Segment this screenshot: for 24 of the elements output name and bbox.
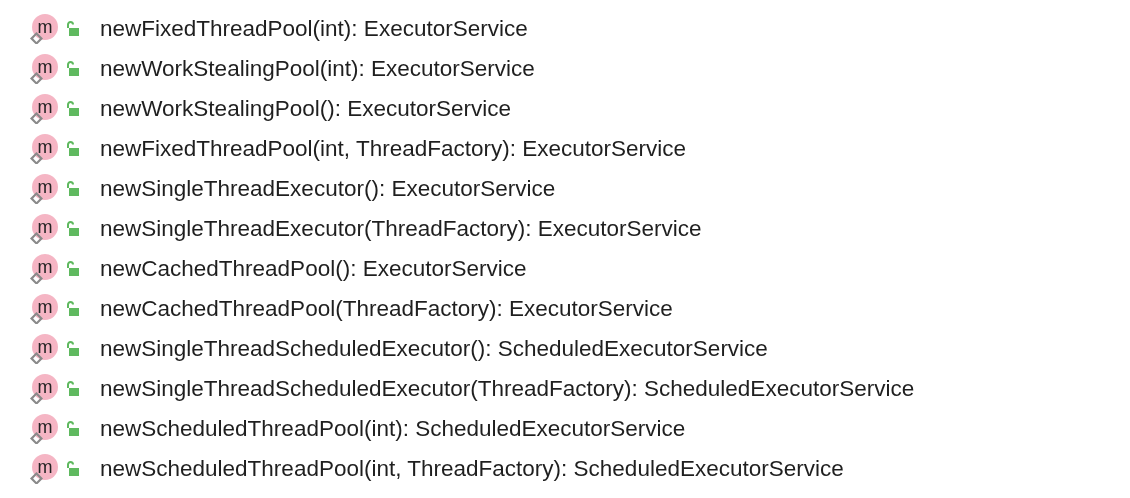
unlocked-icon	[66, 61, 80, 77]
method-signature: newScheduledThreadPool(int): ScheduledExecutorService	[100, 416, 686, 442]
unlocked-icon	[66, 21, 80, 37]
method-signature: newFixedThreadPool(int, ThreadFactory): ExecutorService	[100, 136, 687, 162]
unlocked-icon	[66, 341, 80, 357]
method-signature: newWorkStealingPool(int): ExecutorService	[100, 56, 535, 82]
unlocked-icon	[66, 421, 80, 437]
unlocked-icon	[66, 301, 80, 317]
method-signature: newSingleThreadScheduledExecutor(ThreadFactory): ScheduledExecutorService	[100, 376, 915, 402]
method-signature: newScheduledThreadPool(int, ThreadFactory): ScheduledExecutorService	[100, 456, 844, 482]
unlocked-icon	[66, 261, 80, 277]
method-signature: newFixedThreadPool(int): ExecutorService	[100, 16, 528, 42]
method-signature: newWorkStealingPool(): ExecutorService	[100, 96, 511, 122]
unlocked-icon	[66, 461, 80, 477]
unlocked-icon	[66, 141, 80, 157]
method-signature: newSingleThreadExecutor(): ExecutorService	[100, 176, 556, 202]
unlocked-icon	[66, 221, 80, 237]
unlocked-icon	[66, 101, 80, 117]
unlocked-icon	[66, 181, 80, 197]
method-signature: newCachedThreadPool(): ExecutorService	[100, 256, 527, 282]
method-signature: newCachedThreadPool(ThreadFactory): ExecutorService	[100, 296, 673, 322]
method-signature: newSingleThreadExecutor(ThreadFactory): ExecutorService	[100, 216, 702, 242]
unlocked-icon	[66, 381, 80, 397]
method-signature: newSingleThreadScheduledExecutor(): ScheduledExecutorService	[100, 336, 768, 362]
